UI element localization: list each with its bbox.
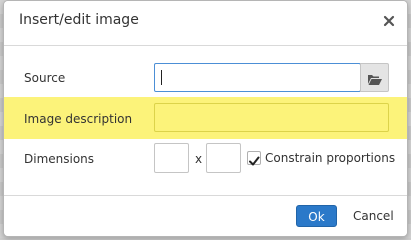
insert-image-dialog: Insert/edit image Source Image descripti… [3,0,408,237]
browse-button[interactable] [360,63,389,92]
cancel-button[interactable]: Cancel [353,205,397,227]
dimensions-row: Dimensions x Constrain proportions [4,139,407,179]
dimension-separator: x [195,152,203,166]
constrain-proportions-checkbox[interactable] [247,151,261,166]
dimensions-label: Dimensions [24,152,95,166]
close-icon[interactable] [382,13,396,29]
image-description-row: Image description [4,97,407,139]
source-row: Source [4,57,407,97]
dialog-footer: Ok Cancel [4,195,407,236]
folder-open-icon [367,71,383,90]
width-input[interactable] [154,143,189,173]
ok-button[interactable]: Ok [296,205,337,227]
dialog-body: Source Image description Dimensions x Co… [4,46,407,194]
dialog-title: Insert/edit image [19,12,139,28]
source-input[interactable] [154,63,361,92]
dialog-header: Insert/edit image [4,1,407,46]
checkmark-icon [248,152,260,171]
source-label: Source [24,71,66,85]
constrain-proportions-label[interactable]: Constrain proportions [265,151,395,165]
height-input[interactable] [206,143,241,173]
image-description-label: Image description [24,112,133,126]
image-description-input[interactable] [154,103,389,132]
text-caret [161,70,162,85]
